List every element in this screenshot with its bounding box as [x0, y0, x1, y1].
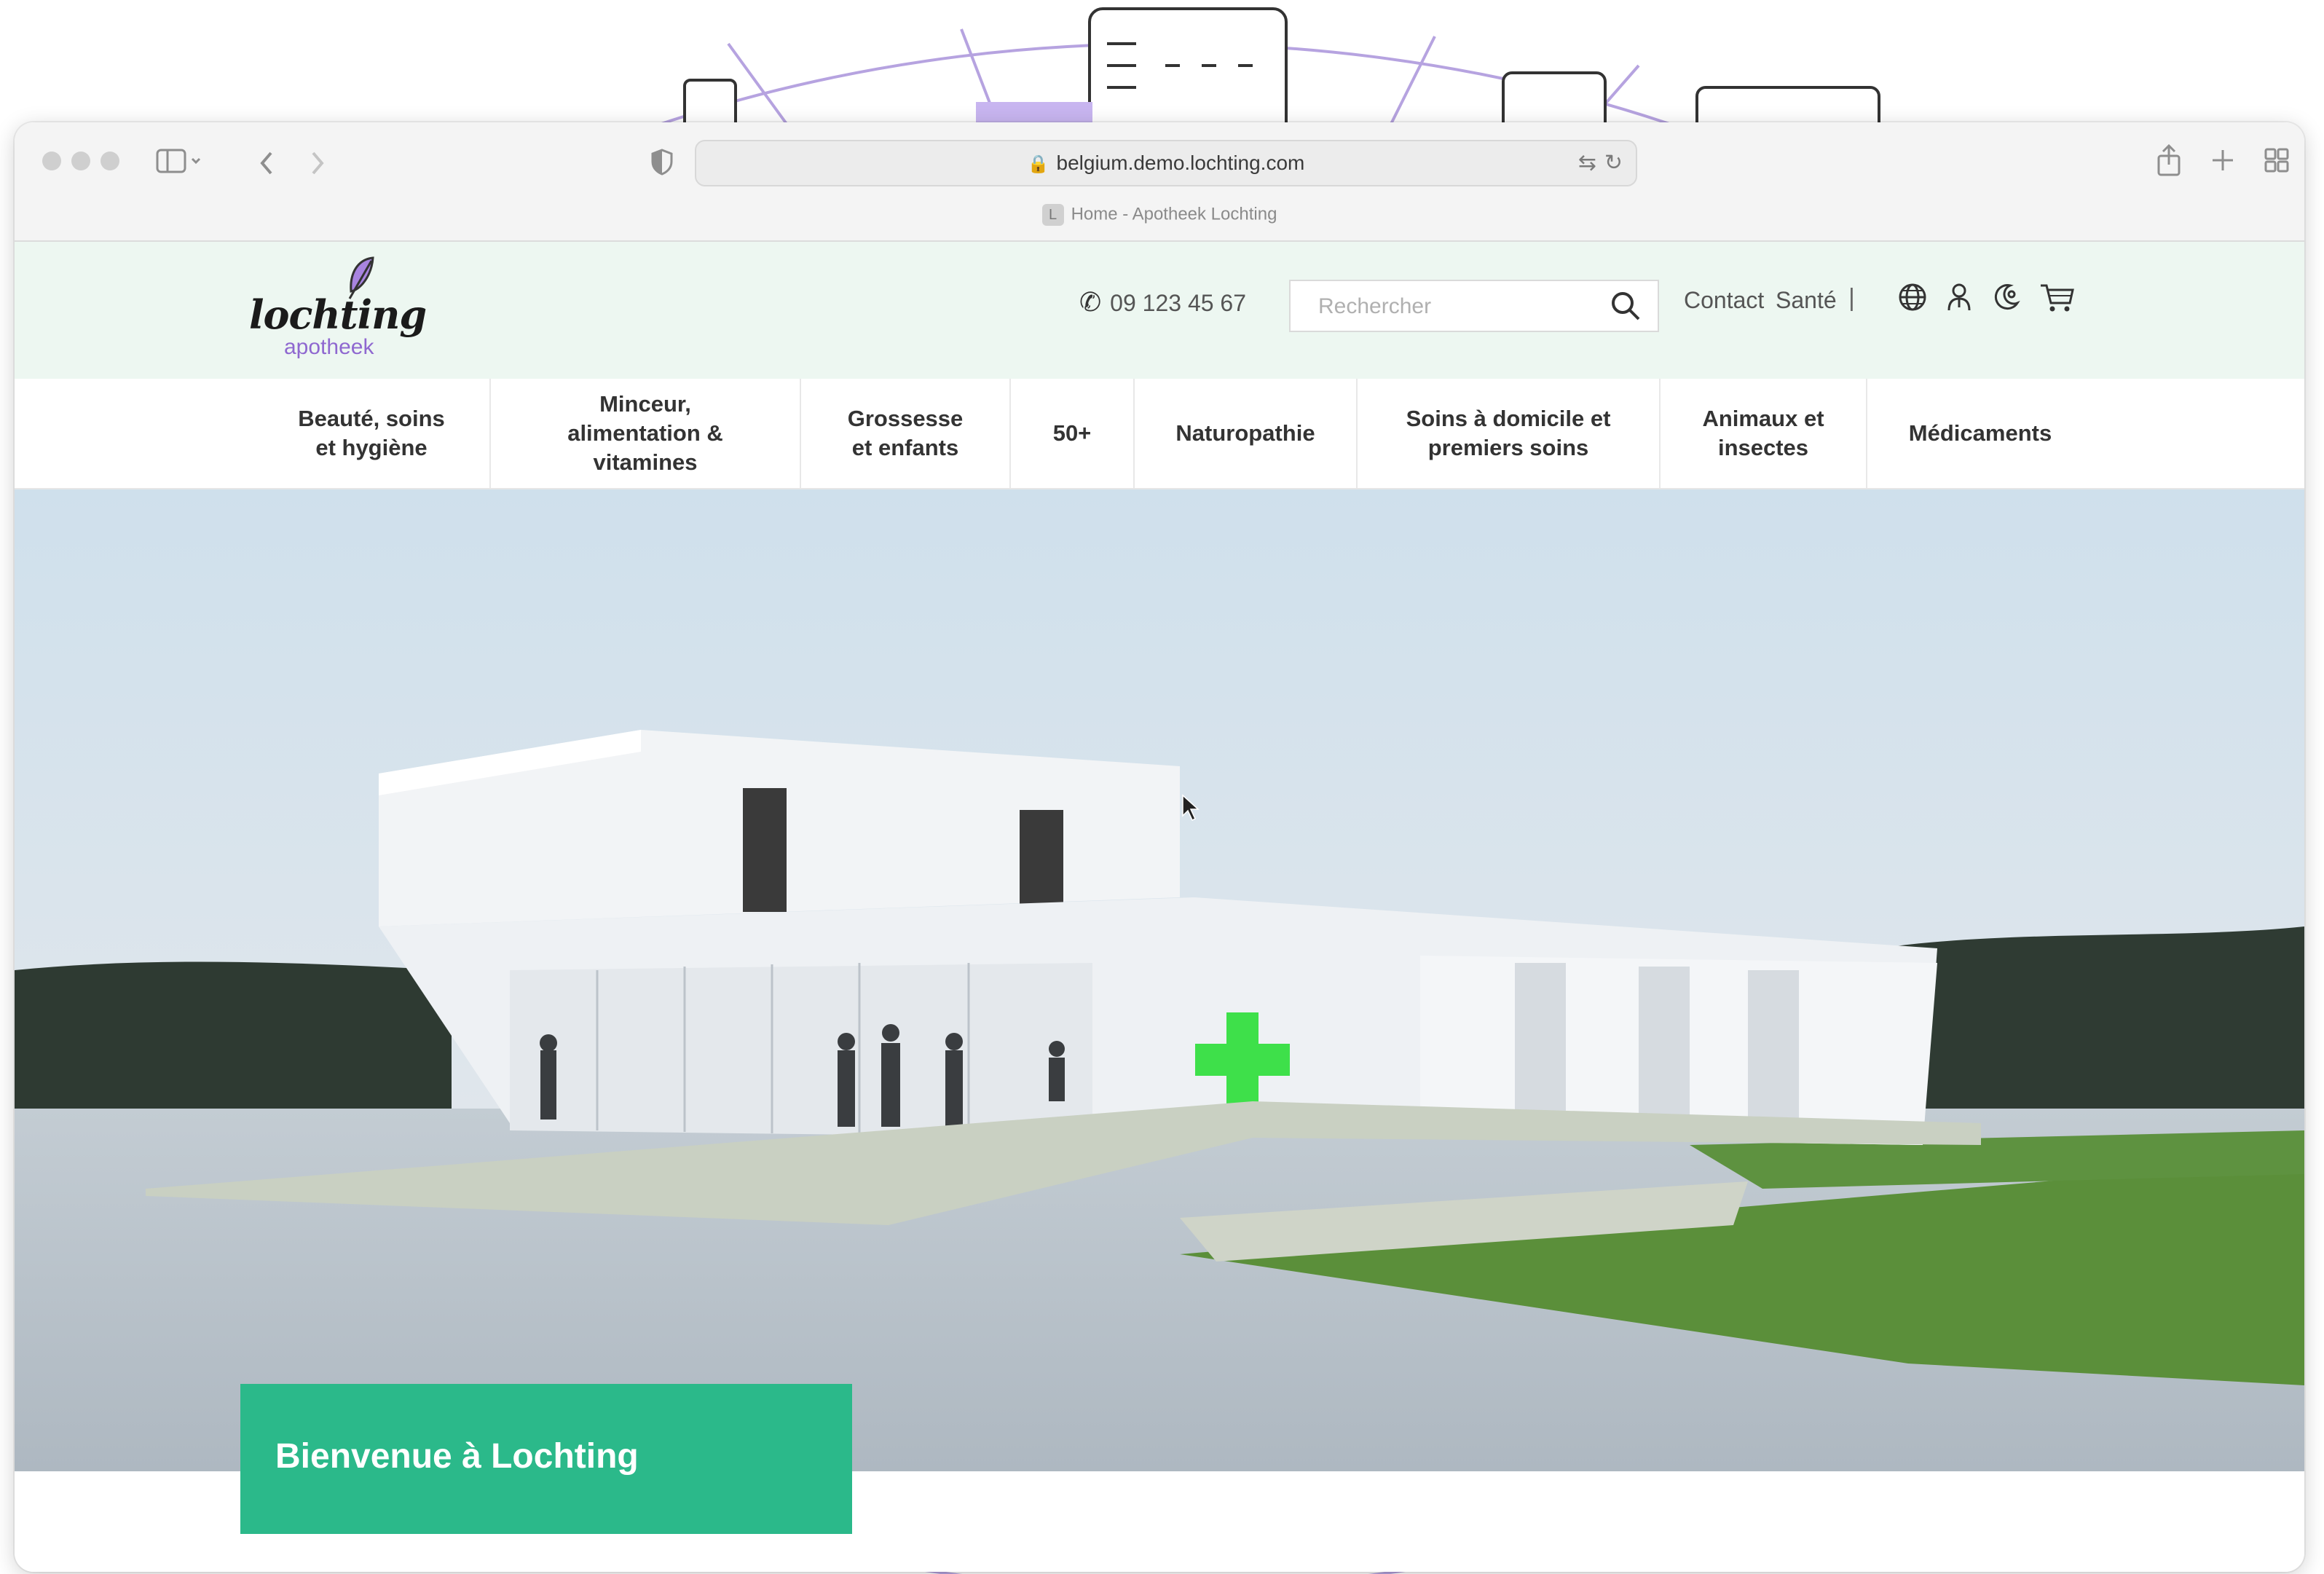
- search-input[interactable]: Rechercher: [1318, 294, 1431, 319]
- site-header: lochting apotheek ✆ 09 123 45 67 Recherch…: [15, 242, 2304, 380]
- search-box[interactable]: Rechercher: [1289, 280, 1659, 332]
- nav-item-label: Minceur, alimentation & vitamines: [567, 391, 723, 475]
- browser-window: 🔒 belgium.demo.lochting.com ⇆ ↻ L Home - A…: [15, 122, 2304, 1572]
- main-nav: Beauté, soins et hygiène Minceur, alimen…: [15, 379, 2304, 489]
- favicon: L: [1041, 204, 1064, 226]
- phone-link[interactable]: ✆ 09 123 45 67: [1079, 287, 1246, 318]
- search-icon[interactable]: [1610, 290, 1642, 322]
- new-tab-icon[interactable]: [2210, 147, 2236, 173]
- pharmacy-building-image: [15, 489, 2304, 1471]
- share-icon[interactable]: [2156, 144, 2182, 176]
- url-text: belgium.demo.lochting.com: [1056, 152, 1305, 174]
- back-icon[interactable]: [256, 149, 277, 178]
- nav-item-soins-domicile[interactable]: Soins à domicile et premiers soins: [1358, 379, 1659, 488]
- header-separator: |: [1848, 284, 1855, 312]
- welcome-title: Bienvenue à Lochting: [275, 1437, 639, 1476]
- reload-icon[interactable]: ↻: [1604, 150, 1623, 176]
- globe-icon[interactable]: [1896, 281, 1929, 313]
- address-bar[interactable]: 🔒 belgium.demo.lochting.com ⇆ ↻: [695, 140, 1637, 186]
- forward-icon[interactable]: [307, 149, 328, 178]
- nav-item-beaute[interactable]: Beauté, soins et hygiène: [255, 379, 488, 488]
- nav-item-50plus[interactable]: 50+: [1011, 379, 1133, 488]
- lock-icon: 🔒: [1027, 154, 1049, 174]
- nav-item-label: Naturopathie: [1175, 420, 1315, 446]
- phone-number: 09 123 45 67: [1110, 290, 1247, 316]
- nav-item-naturopathie[interactable]: Naturopathie: [1135, 379, 1356, 488]
- nav-item-label: Soins à domicile et premiers soins: [1406, 406, 1611, 460]
- sidebar-toggle-icon[interactable]: [156, 147, 202, 176]
- nav-item-medicaments[interactable]: Médicaments: [1867, 379, 2093, 488]
- nav-item-label: Beauté, soins et hygiène: [298, 406, 445, 460]
- welcome-banner[interactable]: Bienvenue à Lochting: [240, 1384, 852, 1534]
- tab-title-row[interactable]: L Home - Apotheek Lochting: [15, 204, 2304, 226]
- nav-item-label: Animaux et insectes: [1702, 406, 1824, 460]
- logo-wordmark: lochting: [249, 291, 427, 338]
- theme-icon[interactable]: [1990, 281, 2022, 313]
- contact-link[interactable]: Contact: [1684, 287, 1764, 314]
- nav-item-grossesse[interactable]: Grossesse et enfants: [801, 379, 1009, 488]
- phone-icon: ✆: [1079, 287, 1102, 317]
- nav-item-minceur[interactable]: Minceur, alimentation & vitamines: [491, 379, 800, 488]
- browser-toolbar: 🔒 belgium.demo.lochting.com ⇆ ↻ L Home - A…: [15, 122, 2304, 242]
- tab-title: Home - Apotheek Lochting: [1071, 204, 1277, 224]
- nav-item-label: Médicaments: [1908, 420, 2052, 446]
- nav-item-animaux[interactable]: Animaux et insectes: [1661, 379, 1866, 488]
- nav-item-label: 50+: [1052, 420, 1092, 446]
- sante-link[interactable]: Santé: [1776, 287, 1837, 314]
- translate-icon[interactable]: ⇆: [1578, 150, 1596, 176]
- cart-icon[interactable]: [2039, 281, 2076, 313]
- hero-banner: [15, 489, 2304, 1471]
- logo-subtitle: apotheek: [284, 335, 374, 359]
- tab-overview-icon[interactable]: [2264, 147, 2290, 173]
- user-icon[interactable]: [1943, 281, 1975, 313]
- minimize-window-button[interactable]: [71, 152, 90, 170]
- site-logo[interactable]: lochting apotheek: [240, 255, 427, 366]
- privacy-shield-icon[interactable]: [650, 147, 674, 176]
- close-window-button[interactable]: [42, 152, 61, 170]
- zoom-window-button[interactable]: [101, 152, 119, 170]
- nav-item-label: Grossesse et enfants: [847, 406, 964, 460]
